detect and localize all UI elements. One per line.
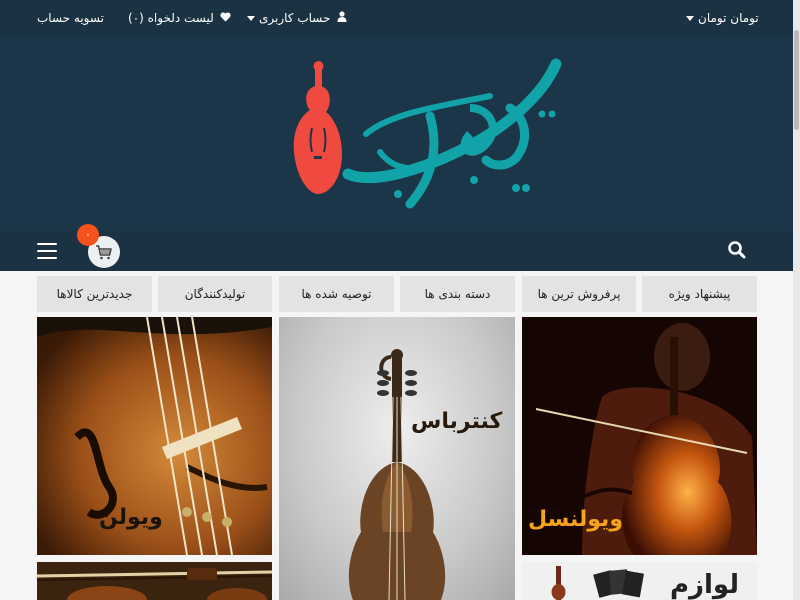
site-logo[interactable]	[280, 56, 570, 216]
tile-label-violin: ویولن	[99, 505, 163, 530]
tab-bestsellers[interactable]: پرفروش ترین ها	[522, 276, 636, 312]
violin-logo-icon	[293, 61, 342, 194]
tile-label-cello: ویولنسل	[528, 507, 623, 532]
checkout-label: تسویه حساب	[37, 11, 104, 25]
currency-label: تومان تومان	[698, 11, 759, 25]
bow-banner[interactable]	[37, 562, 272, 600]
user-icon	[333, 11, 347, 25]
checkout-link[interactable]: تسویه حساب	[37, 0, 104, 36]
tile-label-accessories: لوازم	[670, 570, 739, 600]
heart-icon	[217, 12, 232, 25]
top-bar: تومان تومان حساب کاربری لیست دلخواه (۰) …	[0, 0, 793, 36]
bow-photo	[37, 562, 272, 600]
search-icon[interactable]	[727, 240, 747, 260]
kontrabass-photo	[348, 349, 446, 600]
tile-label-kontrabass: کنترباس	[411, 409, 503, 434]
tab-newest[interactable]: جدیدترین کالاها	[37, 276, 152, 312]
tab-categories[interactable]: دسته بندی ها	[400, 276, 515, 312]
caret-down-icon	[247, 16, 255, 21]
product-tabs: پیشنهاد ویژه پرفروش ترین ها دسته بندی ها…	[37, 276, 757, 312]
currency-selector[interactable]: تومان تومان	[686, 0, 759, 36]
hamburger-icon[interactable]	[37, 243, 57, 259]
accessories-banner[interactable]: لوازم	[522, 562, 757, 600]
wishlist-label: لیست دلخواه (۰)	[128, 11, 214, 25]
wishlist-link[interactable]: لیست دلخواه (۰)	[128, 0, 231, 36]
cart-count-badge: ۰	[77, 224, 99, 246]
site-header	[0, 36, 793, 231]
tab-special-offer[interactable]: پیشنهاد ویژه	[642, 276, 757, 312]
scrollbar-thumb[interactable]	[794, 30, 799, 130]
account-label: حساب کاربری	[259, 11, 331, 25]
caret-down-icon	[686, 16, 694, 21]
page-scrollbar[interactable]	[793, 0, 800, 600]
account-dropdown[interactable]: حساب کاربری	[247, 0, 347, 36]
kontrabass-banner[interactable]: کنترباس	[279, 317, 515, 600]
tab-recommended[interactable]: توصیه شده ها	[279, 276, 394, 312]
tab-manufacturers[interactable]: تولیدکنندگان	[158, 276, 272, 312]
violin-banner[interactable]: ویولن	[37, 317, 272, 555]
cello-banner[interactable]: ویولنسل	[522, 317, 757, 555]
